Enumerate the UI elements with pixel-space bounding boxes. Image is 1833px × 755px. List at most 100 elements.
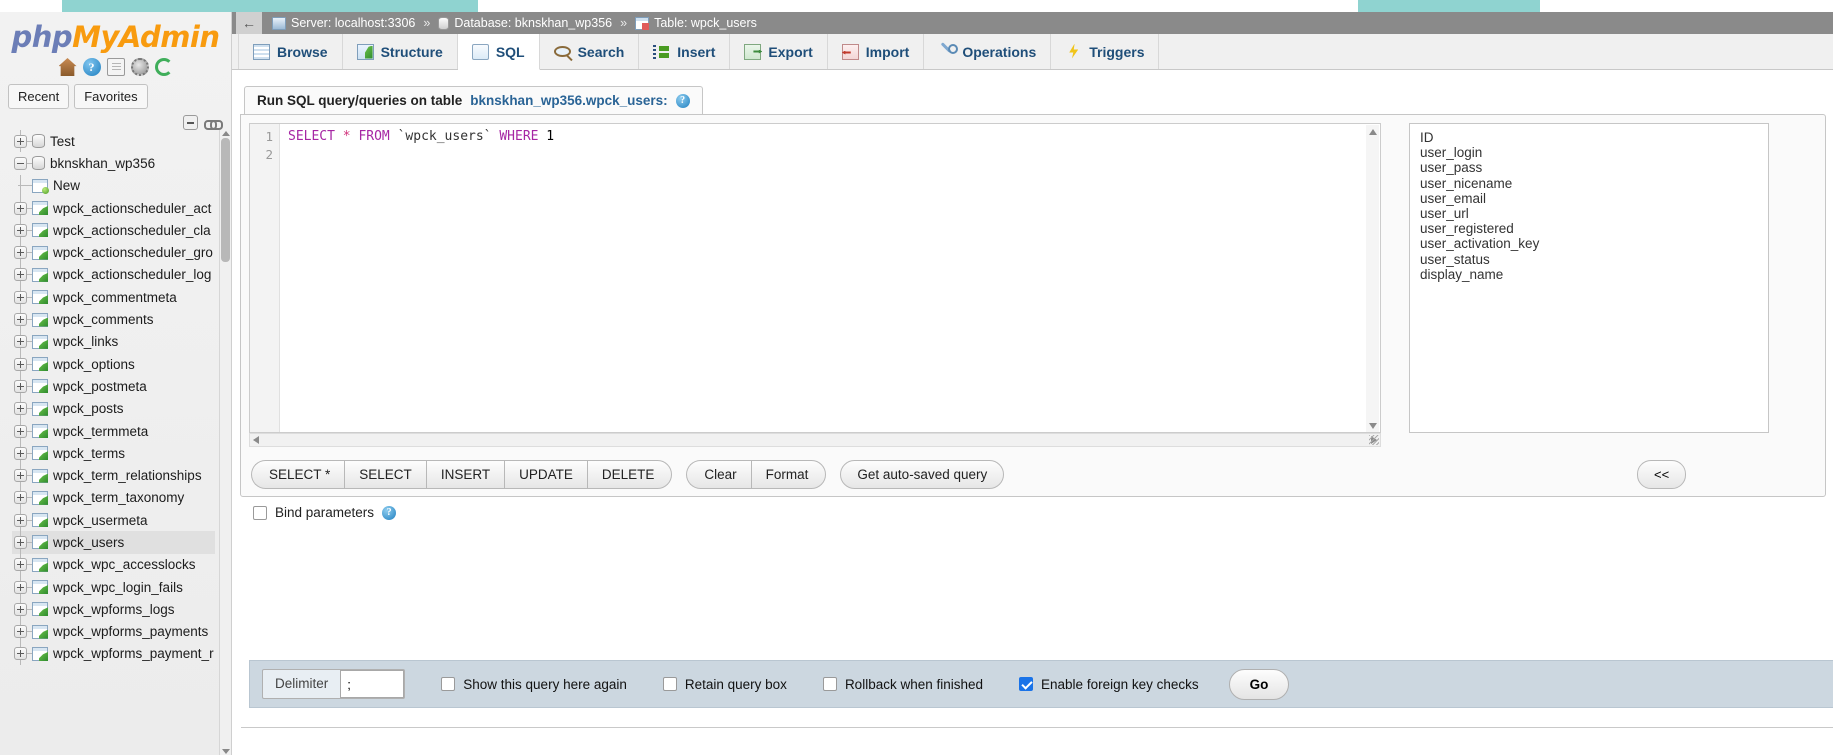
format-button[interactable]: Format: [751, 460, 827, 489]
scroll-down-arrow-icon[interactable]: [222, 749, 230, 754]
tab-operations[interactable]: Operations: [924, 34, 1051, 69]
bind-parameters-checkbox[interactable]: [253, 506, 267, 520]
collapse-all-icon[interactable]: [183, 115, 198, 130]
show-query-again-label[interactable]: Show this query here again: [463, 677, 627, 692]
tree-item-wpck-comments[interactable]: wpck_comments: [12, 308, 215, 330]
tree-expand-icon[interactable]: [14, 447, 27, 460]
tree-item-wpck-wpforms-payments[interactable]: wpck_wpforms_payments: [12, 621, 215, 643]
tree-expand-icon[interactable]: [14, 313, 27, 326]
get-auto-saved-query-button[interactable]: Get auto-saved query: [840, 460, 1004, 489]
tree-expand-icon[interactable]: [14, 291, 27, 304]
editor-horizontal-scrollbar[interactable]: [249, 433, 1381, 447]
delete-button[interactable]: DELETE: [587, 460, 673, 489]
rollback-when-finished-label[interactable]: Rollback when finished: [845, 677, 983, 692]
breadcrumb-table[interactable]: Table: wpck_users: [635, 16, 757, 30]
tree-expand-icon[interactable]: [14, 581, 27, 594]
enable-foreign-key-checks-label[interactable]: Enable foreign key checks: [1041, 677, 1199, 692]
rollback-when-finished-checkbox[interactable]: [823, 677, 837, 691]
editor-vertical-scrollbar[interactable]: [1366, 125, 1379, 433]
tree-expand-icon[interactable]: [14, 558, 27, 571]
tab-export[interactable]: Export: [730, 34, 827, 69]
tab-recent[interactable]: Recent: [8, 84, 69, 109]
help-icon[interactable]: ?: [83, 58, 101, 76]
tab-triggers[interactable]: Triggers: [1051, 34, 1159, 69]
sidebar-scrollbar[interactable]: [219, 130, 231, 755]
column-list-item[interactable]: user_email: [1420, 191, 1758, 206]
tree-item-wpck-actionscheduler-log[interactable]: wpck_actionscheduler_log: [12, 264, 215, 286]
editor-scroll-left-icon[interactable]: [253, 436, 259, 444]
retain-query-box-checkbox[interactable]: [663, 677, 677, 691]
collapse-column-panel-button[interactable]: <<: [1637, 460, 1686, 489]
tab-browse[interactable]: Browse: [238, 34, 343, 69]
bind-parameters-label[interactable]: Bind parameters: [275, 505, 374, 520]
tree-item-wpck-postmeta[interactable]: wpck_postmeta: [12, 375, 215, 397]
select-star-button[interactable]: SELECT *: [251, 460, 344, 489]
delimiter-input[interactable]: [340, 670, 404, 698]
tab-insert[interactable]: Insert: [639, 34, 730, 69]
enable-foreign-key-checks-checkbox[interactable]: [1019, 677, 1033, 691]
tree-item-wpck-actionscheduler-gro[interactable]: wpck_actionscheduler_gro: [12, 241, 215, 263]
documentation-icon[interactable]: [107, 58, 125, 76]
tree-item-wpck-term-relationships[interactable]: wpck_term_relationships: [12, 464, 215, 486]
tab-sql[interactable]: SQL: [458, 34, 540, 70]
tree-expand-icon[interactable]: [14, 402, 27, 415]
column-list-item[interactable]: user_registered: [1420, 221, 1758, 236]
tree-expand-icon[interactable]: [14, 202, 27, 215]
tree-item-wpck-links[interactable]: wpck_links: [12, 331, 215, 353]
sql-editor[interactable]: 1 2 SELECT * FROM `wpck_users` WHERE 1: [249, 123, 1381, 433]
column-list-item[interactable]: user_activation_key: [1420, 236, 1758, 251]
tree-expand-icon[interactable]: [14, 358, 27, 371]
column-list-item[interactable]: user_login: [1420, 145, 1758, 160]
tab-favorites[interactable]: Favorites: [74, 84, 147, 109]
tree-item-wpck-terms[interactable]: wpck_terms: [12, 442, 215, 464]
select-button[interactable]: SELECT: [344, 460, 426, 489]
tree-expand-icon[interactable]: [14, 425, 27, 438]
sql-code-content[interactable]: SELECT * FROM `wpck_users` WHERE 1: [280, 124, 1380, 432]
tree-item-wpck-posts[interactable]: wpck_posts: [12, 398, 215, 420]
reload-icon[interactable]: [155, 58, 173, 76]
editor-scroll-down-icon[interactable]: [1369, 423, 1377, 429]
tree-item-wpck-wpforms-logs[interactable]: wpck_wpforms_logs: [12, 598, 215, 620]
clear-button[interactable]: Clear: [686, 460, 750, 489]
tree-expand-icon[interactable]: [14, 224, 27, 237]
tree-item-wpck-options[interactable]: wpck_options: [12, 353, 215, 375]
breadcrumb-database[interactable]: Database: bknskhan_wp356: [438, 16, 612, 30]
tree-collapse-icon[interactable]: [14, 157, 27, 170]
editor-resize-grip[interactable]: [1369, 435, 1379, 445]
tree-expand-icon[interactable]: [14, 536, 27, 549]
scroll-up-arrow-icon[interactable]: [222, 131, 230, 136]
settings-icon[interactable]: [131, 58, 149, 76]
tree-expand-icon[interactable]: [14, 603, 27, 616]
home-icon[interactable]: [59, 58, 77, 76]
retain-query-box-label[interactable]: Retain query box: [685, 677, 787, 692]
tree-item-wpck-usermeta[interactable]: wpck_usermeta: [12, 509, 215, 531]
tree-expand-icon[interactable]: [14, 135, 27, 148]
tree-expand-icon[interactable]: [14, 491, 27, 504]
go-button[interactable]: Go: [1229, 669, 1290, 700]
breadcrumb-back-button[interactable]: ←: [236, 12, 262, 34]
tab-search[interactable]: Search: [540, 34, 640, 69]
tree-item-test[interactable]: Test: [12, 130, 215, 152]
tree-item-wpck-termmeta[interactable]: wpck_termmeta: [12, 420, 215, 442]
column-list-item[interactable]: user_status: [1420, 252, 1758, 267]
tree-item-wpck-commentmeta[interactable]: wpck_commentmeta: [12, 286, 215, 308]
tree-expand-icon[interactable]: [14, 246, 27, 259]
tree-item-wpck-wpc-accesslocks[interactable]: wpck_wpc_accesslocks: [12, 554, 215, 576]
tab-structure[interactable]: Structure: [343, 34, 458, 69]
tree-item-wpck-wpforms-payment-r[interactable]: wpck_wpforms_payment_r: [12, 643, 215, 665]
tree-item-wpck-actionscheduler-act[interactable]: wpck_actionscheduler_act: [12, 197, 215, 219]
update-button[interactable]: UPDATE: [504, 460, 587, 489]
tab-import[interactable]: Import: [828, 34, 925, 69]
tree-expand-icon[interactable]: [14, 647, 27, 660]
link-with-main-panel-icon[interactable]: [204, 115, 221, 130]
tree-expand-icon[interactable]: [14, 514, 27, 527]
tree-item-bknskhan-wp356[interactable]: bknskhan_wp356: [12, 152, 215, 174]
breadcrumb-server[interactable]: Server: localhost:3306: [272, 16, 415, 30]
show-query-again-checkbox[interactable]: [441, 677, 455, 691]
insert-button[interactable]: INSERT: [426, 460, 504, 489]
column-list-item[interactable]: user_nicename: [1420, 176, 1758, 191]
bind-parameters-help-icon[interactable]: ?: [382, 506, 396, 520]
column-list-item[interactable]: user_url: [1420, 206, 1758, 221]
tree-expand-icon[interactable]: [14, 380, 27, 393]
tree-item-wpck-wpc-login-fails[interactable]: wpck_wpc_login_fails: [12, 576, 215, 598]
